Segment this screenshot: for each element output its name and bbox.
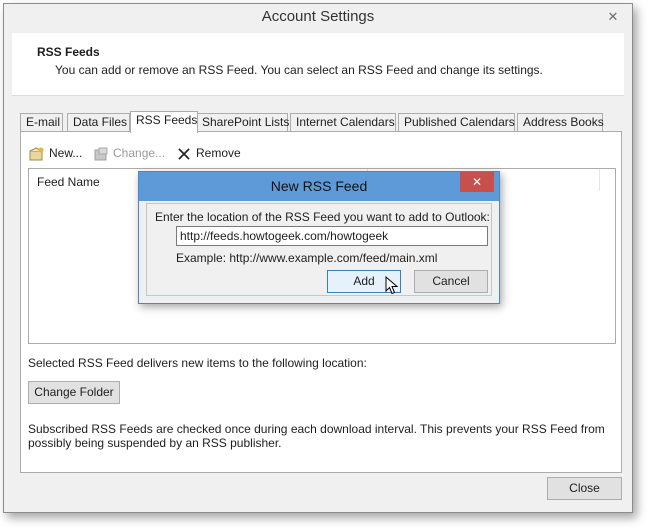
close-button[interactable]: Close (547, 477, 622, 500)
remove-button[interactable]: Remove (176, 144, 241, 162)
feed-name-column-header[interactable]: Feed Name (37, 175, 100, 189)
new-button[interactable]: New... (29, 144, 82, 162)
delivery-location-label: Selected RSS Feed delivers new items to … (28, 356, 367, 370)
tab-rss-feeds[interactable]: RSS Feeds (130, 111, 198, 133)
remove-x-icon (176, 147, 192, 161)
section-header: RSS Feeds You can add or remove an RSS F… (12, 33, 624, 96)
tab-data-files[interactable]: Data Files (67, 113, 130, 132)
change-button-label: Change... (113, 146, 166, 160)
download-interval-note: Subscribed RSS Feeds are checked once du… (28, 422, 605, 450)
dialog-close-icon[interactable]: ✕ (460, 172, 494, 192)
dialog-body: Enter the location of the RSS Feed you w… (146, 203, 492, 296)
tab-email[interactable]: E-mail (20, 113, 63, 132)
close-icon[interactable]: ✕ (602, 8, 624, 25)
dialog-title: New RSS Feed (270, 178, 368, 194)
section-description: You can add or remove an RSS Feed. You c… (55, 63, 543, 77)
new-feed-icon (29, 147, 45, 161)
mouse-pointer-icon (385, 276, 399, 295)
change-button[interactable]: Change... (93, 144, 165, 162)
change-feed-icon (93, 147, 109, 161)
section-title: RSS Feeds (37, 45, 100, 59)
title-bar: Account Settings ✕ (4, 4, 632, 31)
new-button-label: New... (49, 146, 83, 160)
example-url-text: Example: http://www.example.com/feed/mai… (176, 251, 438, 265)
dialog-title-bar: New RSS Feed ✕ (139, 172, 499, 201)
change-folder-button[interactable]: Change Folder (28, 381, 120, 404)
remove-button-label: Remove (196, 146, 241, 160)
tab-sharepoint-lists[interactable]: SharePoint Lists (196, 113, 289, 132)
tab-address-books[interactable]: Address Books (517, 113, 604, 132)
cancel-button[interactable]: Cancel (414, 270, 488, 293)
feed-url-input[interactable]: http://feeds.howtogeek.com/howtogeek (176, 226, 488, 246)
feed-location-prompt: Enter the location of the RSS Feed you w… (155, 210, 490, 224)
column-separator (599, 169, 600, 191)
tab-internet-calendars[interactable]: Internet Calendars (290, 113, 396, 132)
new-rss-feed-dialog: New RSS Feed ✕ Enter the location of the… (138, 171, 500, 304)
window-title: Account Settings (261, 8, 375, 25)
tab-published-calendars[interactable]: Published Calendars (398, 113, 515, 132)
